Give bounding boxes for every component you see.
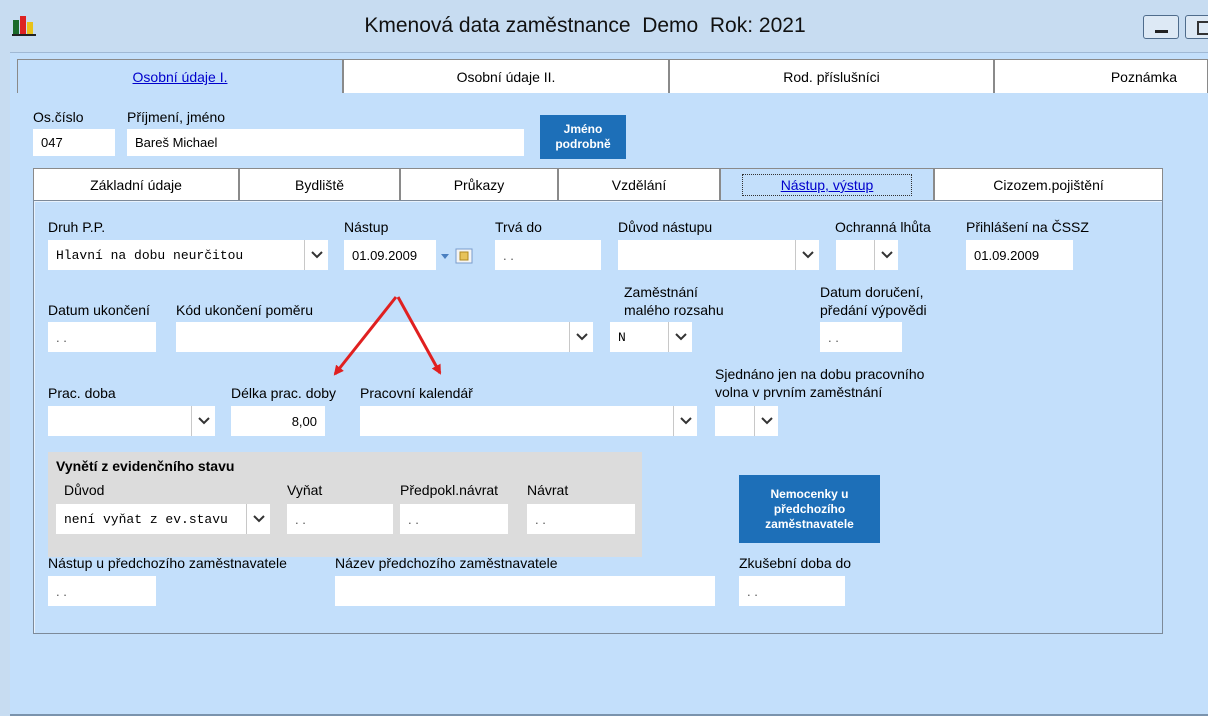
vynat-input[interactable]: . . [287,504,393,534]
tab-label: Průkazy [453,177,505,193]
trva-do-label: Trvá do [495,219,542,235]
vynet-duvod-value: není vyňat z ev.stavu [64,511,228,527]
nastup-predchozi-input[interactable]: . . [48,576,156,606]
tab-osobni-udaje-1[interactable]: Osobní údaje I. [17,59,343,93]
datum-doruceni-input[interactable]: . . [820,322,902,352]
maximize-button[interactable] [1185,15,1208,39]
vynat-label: Vyňat [287,482,323,498]
zamestnani-maleho-select[interactable]: N [610,322,692,352]
tab-label: Poznámka [1110,69,1177,85]
tab-label: Nástup, výstup [741,174,913,196]
nazev-predchoziho-input[interactable] [335,576,715,606]
zamestnani-maleho-value: N [618,329,626,345]
zamestnani-maleho-label-1: Zaměstnání [624,284,698,300]
kod-ukonceni-select[interactable] [176,322,593,352]
tab-bydliste[interactable]: Bydliště [239,168,400,201]
tab-cizozem-pojisteni[interactable]: Cizozem.pojištění [934,168,1163,201]
pracovni-kalendar-label: Pracovní kalendář [360,385,473,401]
zamestnani-maleho-label-2: malého rozsahu [624,302,724,318]
datum-doruceni-label-2: předání výpovědi [820,302,927,318]
chevron-down-icon[interactable] [754,406,778,436]
ochranna-lhuta-label: Ochranná lhůta [835,219,931,235]
zkusebni-doba-label: Zkušební doba do [739,555,852,571]
predpokl-navrat-input[interactable]: . . [400,504,508,534]
chevron-down-icon[interactable] [569,322,593,352]
jmeno-podrobne-button[interactable]: Jméno podrobně [540,115,626,159]
tab-zakladni-udaje[interactable]: Základní údaje [33,168,239,201]
trva-do-input[interactable]: . . [495,240,601,270]
navrat-label: Návrat [527,482,569,498]
ochranna-lhuta-select[interactable] [836,240,898,270]
sjednano-label-2: volna v prvním zaměstnání [715,384,883,400]
jmeno-label: Příjmení, jméno [127,109,226,125]
predpokl-navrat-label: Předpokl.návrat [400,482,499,498]
delka-prac-doby-input[interactable]: 8,00 [231,406,325,436]
tab-osobni-udaje-2[interactable]: Osobní údaje II. [343,59,669,93]
datum-ukonceni-label: Datum ukončení [48,302,150,318]
pracovni-kalendar-select[interactable] [360,406,697,436]
duvod-nastupu-label: Důvod nástupu [618,219,713,235]
vynet-duvod-select[interactable]: není vyňat z ev.stavu [56,504,270,534]
tab-prukazy[interactable]: Průkazy [400,168,558,201]
tab-label: Cizozem.pojištění [993,177,1104,193]
minimize-button[interactable] [1143,15,1179,39]
app-window: Kmenová data zaměstnance Demo Rok: 2021 … [0,0,1208,716]
sjednano-label-1: Sjednáno jen na dobu pracovního [715,366,925,382]
title-bar: Kmenová data zaměstnance Demo Rok: 2021 [0,0,1208,53]
navrat-input[interactable]: . . [527,504,635,534]
prihlaseni-cssz-label: Přihlášení na ČSSZ [966,219,1089,235]
nemocenky-button[interactable]: Nemocenky u předchozího zaměstnavatele [739,475,880,543]
sjednano-select[interactable] [715,406,778,436]
prac-doba-label: Prac. doba [48,385,116,401]
tab-label: Osobní údaje II. [456,69,556,85]
tab-rod-prislusnici[interactable]: Rod. příslušníci [669,59,994,93]
datum-ukonceni-input[interactable]: . . [48,322,156,352]
tab-vzdelani[interactable]: Vzdělání [558,168,720,201]
os-cislo-input[interactable]: 047 [33,129,115,156]
vynet-title: Vynětí z evidenčního stavu [56,458,235,474]
window-title: Kmenová data zaměstnance Demo Rok: 2021 [364,14,806,37]
chevron-down-icon[interactable] [246,504,270,534]
tab-label: Bydliště [294,177,345,193]
duvod-nastupu-select[interactable] [618,240,819,270]
chevron-down-icon[interactable] [795,240,819,270]
datum-doruceni-label-1: Datum doručení, [820,284,924,300]
chevron-down-icon[interactable] [191,406,215,436]
tab-label: Osobní údaje I. [132,69,228,85]
tab-nastup-vystup[interactable]: Nástup, výstup [720,168,934,201]
prac-doba-select[interactable] [48,406,215,436]
chevron-down-icon[interactable] [673,406,697,436]
druh-pp-select[interactable]: Hlavní na dobu neurčitou [48,240,328,270]
delka-prac-doby-label: Délka prac. doby [231,385,337,401]
nastup-date-input[interactable]: 01.09.2009 [344,240,436,270]
calendar-picker-icon[interactable] [439,245,475,267]
tab-label: Rod. příslušníci [783,69,880,85]
nazev-predchoziho-label: Název předchozího zaměstnavatele [335,555,558,571]
nastup-predchozi-label: Nástup u předchozího zaměstnavatele [48,555,287,571]
chevron-down-icon[interactable] [874,240,898,270]
prihlaseni-cssz-input[interactable]: 01.09.2009 [966,240,1073,270]
tab-poznamka[interactable]: Poznámka [994,59,1208,93]
zkusebni-doba-input[interactable]: . . [739,576,845,606]
tab-label: Vzdělání [611,177,667,193]
os-cislo-label: Os.číslo [33,109,84,125]
kod-ukonceni-label: Kód ukončení poměru [176,302,313,318]
druh-pp-value: Hlavní na dobu neurčitou [56,247,244,263]
chevron-down-icon[interactable] [304,240,328,270]
jmeno-input[interactable]: Bareš Michael [127,129,524,156]
nastup-label: Nástup [344,219,389,235]
tab-label: Základní údaje [90,177,182,193]
vynet-duvod-label: Důvod [64,482,105,498]
druh-pp-label: Druh P.P. [48,219,106,235]
chevron-down-icon[interactable] [668,322,692,352]
